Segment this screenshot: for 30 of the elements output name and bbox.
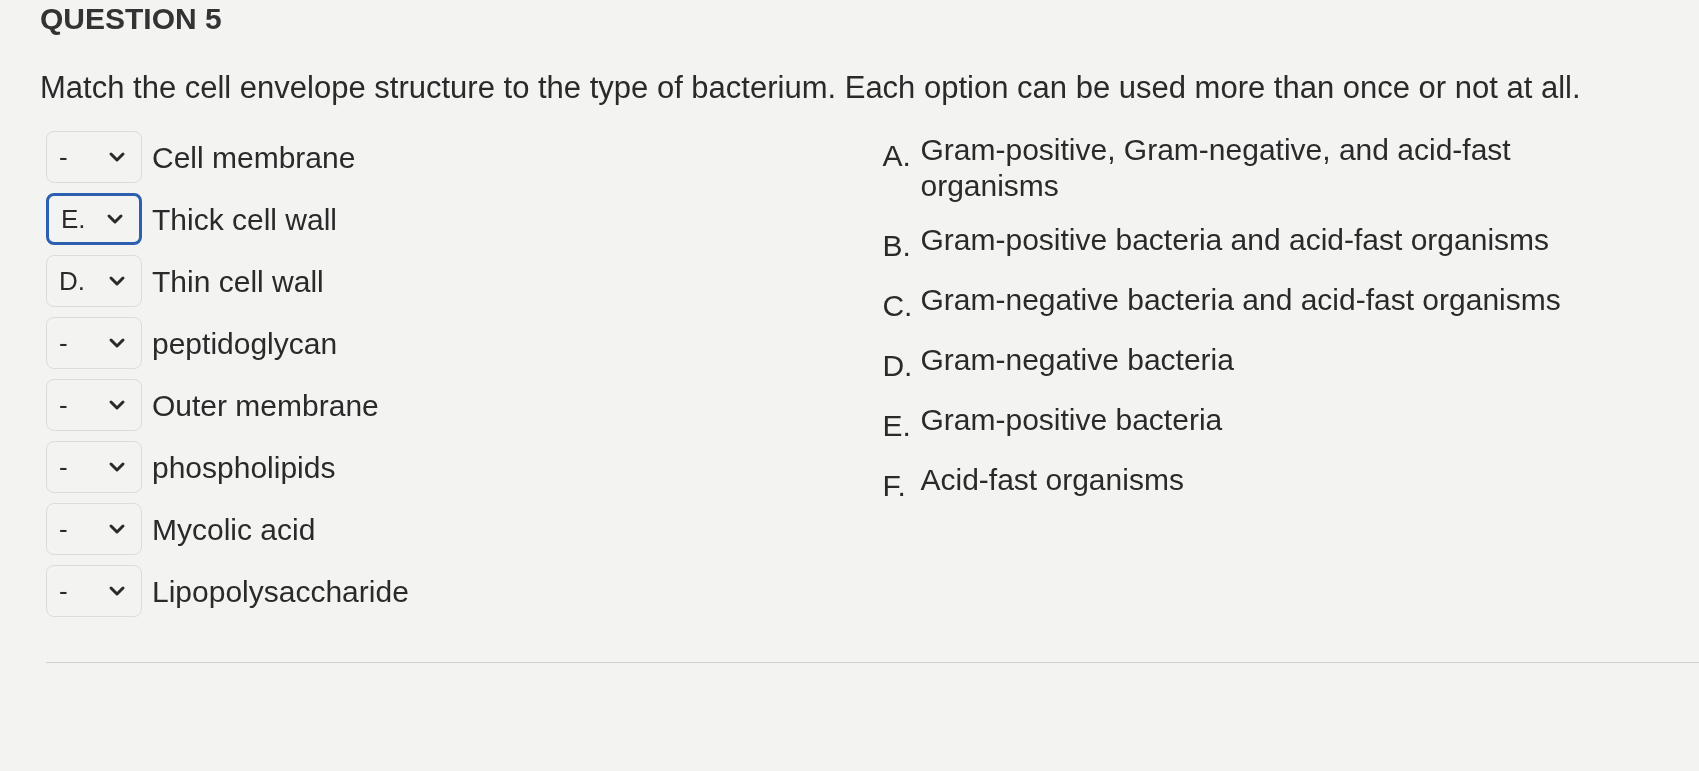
structure-label: Lipopolysaccharide — [152, 573, 409, 610]
structure-label: peptidoglycan — [152, 325, 338, 362]
structure-label: Thin cell wall — [152, 263, 324, 300]
option-letter: B. — [882, 228, 912, 264]
structure-label: Outer membrane — [152, 387, 379, 424]
option-text: Acid-fast organisms — [920, 462, 1184, 498]
question-text: Match the cell envelope structure to the type of bacterium. Each option can be used more than once or not at all. — [40, 69, 1582, 107]
structure-label: Cell membrane — [152, 139, 356, 176]
answer-dropdown[interactable]: - — [46, 379, 142, 431]
option-letter: C. — [882, 288, 914, 324]
option-text: Gram-positive bacteria — [920, 402, 1223, 438]
question-heading: QUESTION 5 — [40, 2, 223, 36]
answer-dropdown[interactable]: - — [46, 131, 142, 183]
answer-dropdown[interactable]: - — [46, 503, 142, 555]
option-letter: F. — [882, 468, 907, 504]
option-text: Gram-negative bacteria and acid-fast organisms — [920, 282, 1561, 318]
option-letter: A. — [882, 138, 912, 174]
option-text: Gram-negative bacteria — [920, 342, 1234, 378]
answer-dropdown[interactable]: - — [46, 441, 142, 493]
option-text: Gram-positive, Gram-negative, and acid-fast organisms — [920, 132, 1512, 204]
answer-dropdown[interactable]: E. — [46, 193, 142, 245]
structure-label: Thick cell wall — [152, 201, 338, 238]
answer-dropdown[interactable]: - — [46, 565, 142, 617]
option-text: Gram-positive bacteria and acid-fast organisms — [920, 222, 1550, 258]
answer-dropdown[interactable]: D. — [46, 255, 142, 307]
answer-dropdown[interactable]: - — [46, 317, 142, 369]
option-letter: E. — [882, 408, 912, 444]
structure-label: phospholipids — [152, 449, 336, 486]
structure-label: Mycolic acid — [152, 511, 316, 548]
option-letter: D. — [882, 348, 914, 384]
